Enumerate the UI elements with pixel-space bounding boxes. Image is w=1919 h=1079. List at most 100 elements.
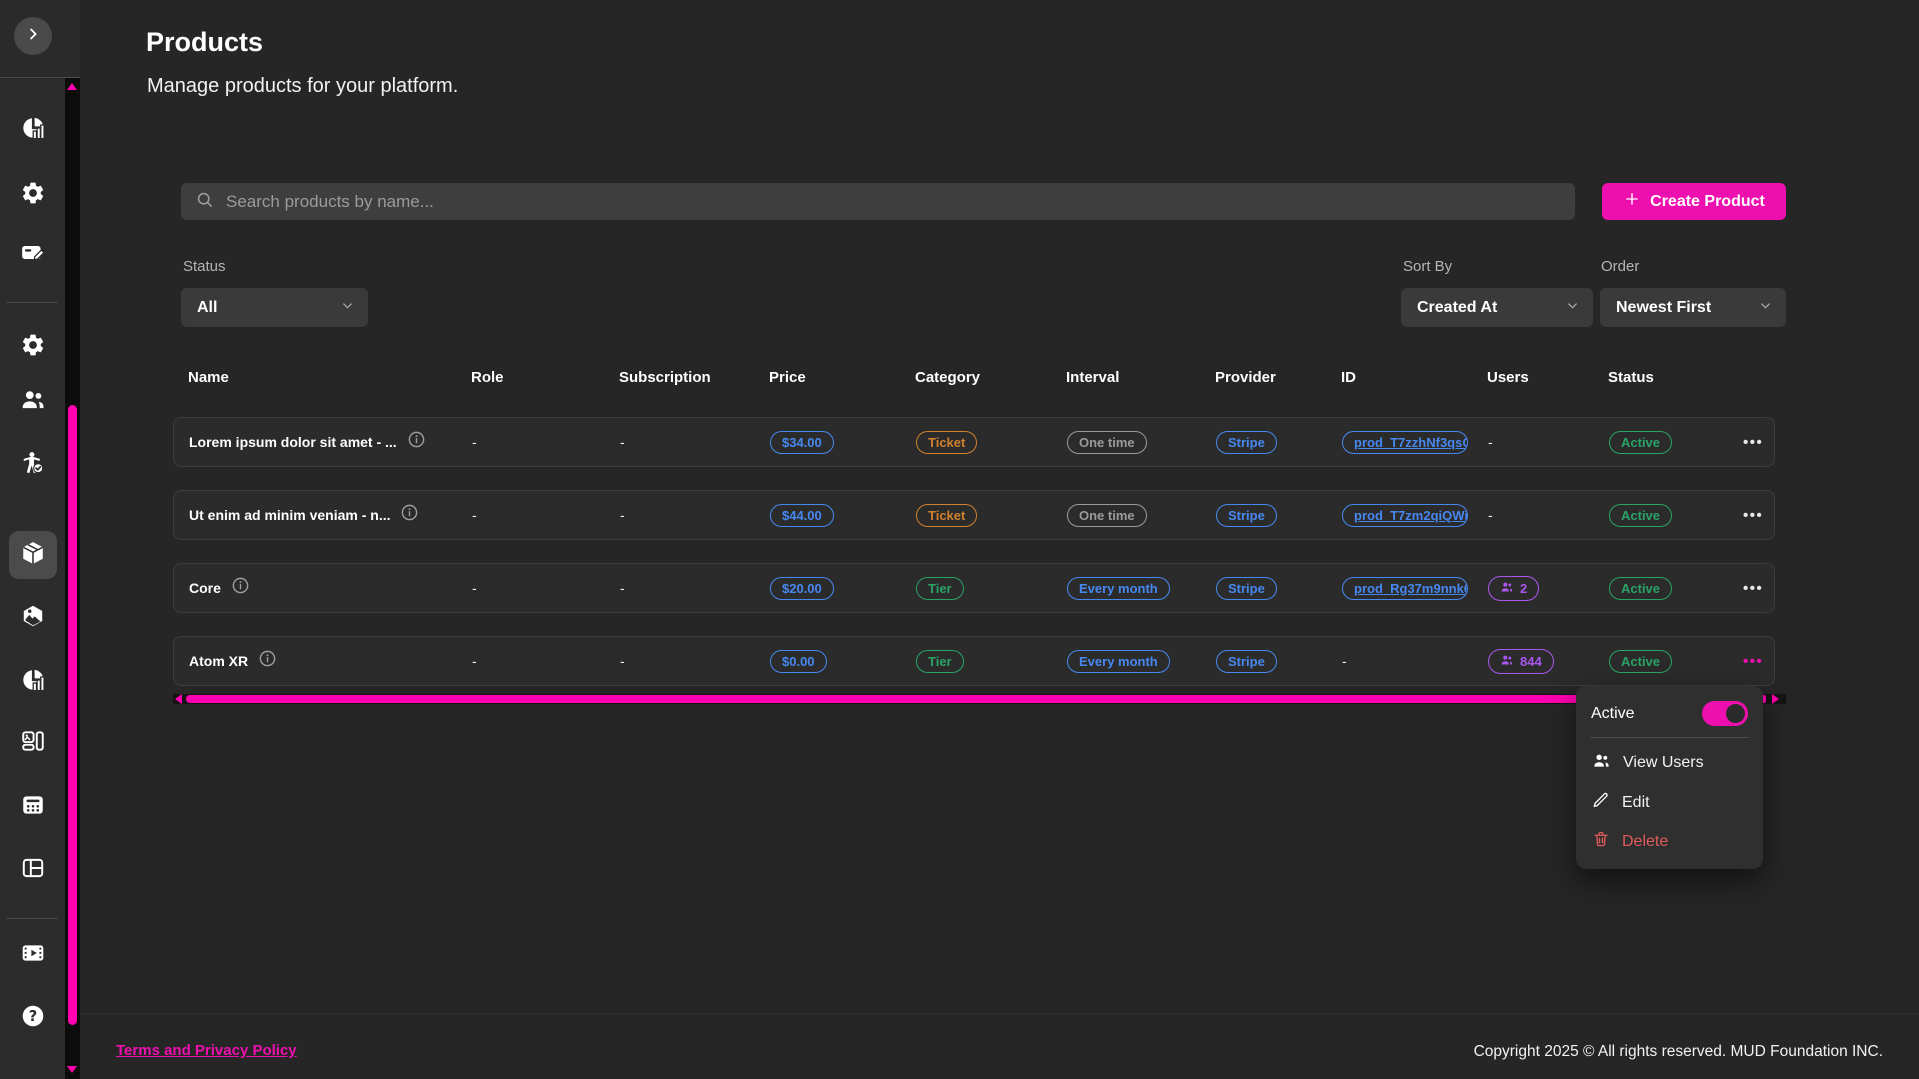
active-toggle-label: Active bbox=[1591, 705, 1635, 723]
cube-gallery-icon bbox=[20, 603, 46, 634]
provider-badge: Stripe bbox=[1216, 650, 1277, 673]
subscription-value: - bbox=[620, 653, 770, 669]
table-grid-icon bbox=[20, 792, 46, 823]
product-name: Ut enim ad minim veniam - n... bbox=[189, 507, 390, 523]
sidebar-nav: ? bbox=[0, 79, 65, 1079]
menu-item-label: Edit bbox=[1622, 794, 1650, 812]
column-header-id: ID bbox=[1341, 369, 1487, 386]
status-filter-label: Status bbox=[183, 258, 226, 275]
scroll-left-arrow-icon[interactable] bbox=[175, 694, 182, 704]
sidebar-item-products[interactable] bbox=[9, 531, 57, 579]
role-value: - bbox=[472, 653, 620, 669]
terms-privacy-link[interactable]: Terms and Privacy Policy bbox=[116, 1042, 297, 1059]
vertical-scrollbar-thumb[interactable] bbox=[68, 405, 77, 1025]
info-icon[interactable] bbox=[231, 576, 250, 600]
search-input[interactable] bbox=[214, 192, 1575, 212]
info-icon[interactable] bbox=[407, 430, 426, 454]
products-page: ? Products Manage products for your plat… bbox=[0, 0, 1919, 1079]
create-product-label: Create Product bbox=[1650, 193, 1765, 211]
sidebar-collapse-button[interactable] bbox=[14, 17, 52, 55]
status-filter-value: All bbox=[197, 299, 217, 317]
column-header-name: Name bbox=[188, 369, 471, 386]
users-count-badge[interactable]: 2 bbox=[1488, 576, 1539, 601]
price-badge: $20.00 bbox=[770, 577, 834, 600]
column-header-role: Role bbox=[471, 369, 619, 386]
table-row: Ut enim ad minim veniam - n... - - $44.0… bbox=[173, 490, 1775, 540]
sort-by-select[interactable]: Created At bbox=[1401, 288, 1593, 327]
column-header-interval: Interval bbox=[1066, 369, 1215, 386]
interval-badge: Every month bbox=[1067, 650, 1170, 673]
sidebar-item-users[interactable] bbox=[13, 382, 53, 422]
table-row: Lorem ipsum dolor sit amet - ... - - $34… bbox=[173, 417, 1775, 467]
sidebar-item-analytics[interactable] bbox=[13, 110, 53, 150]
provider-badge: Stripe bbox=[1216, 577, 1277, 600]
order-value: Newest First bbox=[1616, 299, 1711, 317]
status-filter-select[interactable]: All bbox=[181, 288, 368, 327]
sidebar-item-platform-settings[interactable] bbox=[13, 327, 53, 367]
info-icon[interactable] bbox=[400, 503, 419, 527]
interval-badge: Every month bbox=[1067, 577, 1170, 600]
chevron-down-icon bbox=[340, 298, 355, 318]
vertical-scrollbar[interactable] bbox=[65, 78, 80, 1079]
film-play-icon bbox=[20, 940, 46, 971]
product-name: Core bbox=[189, 580, 221, 596]
menu-item-view-users[interactable]: View Users bbox=[1576, 743, 1763, 783]
role-value: - bbox=[472, 434, 620, 450]
row-actions-button[interactable]: ••• bbox=[1743, 507, 1763, 524]
role-value: - bbox=[472, 580, 620, 596]
sidebar-item-layout[interactable] bbox=[13, 850, 53, 890]
row-actions-button[interactable]: ••• bbox=[1743, 580, 1763, 597]
sidebar-item-help[interactable]: ? bbox=[13, 998, 53, 1038]
product-name: Lorem ipsum dolor sit amet - ... bbox=[189, 434, 397, 450]
scroll-down-arrow-icon[interactable] bbox=[67, 1066, 77, 1073]
sidebar-item-reports[interactable] bbox=[13, 662, 53, 702]
sidebar-item-pages[interactable] bbox=[13, 723, 53, 763]
product-id-badge[interactable]: prod_T7zzhNf3qsQd bbox=[1342, 431, 1468, 454]
active-toggle-switch[interactable] bbox=[1702, 701, 1748, 726]
sidebar-item-billing[interactable] bbox=[13, 235, 53, 275]
subscription-value: - bbox=[620, 434, 770, 450]
users-icon bbox=[1500, 653, 1514, 670]
product-id-badge[interactable]: prod_T7zm2qiQWid bbox=[1342, 504, 1468, 527]
gear-icon bbox=[20, 180, 46, 211]
trash-icon bbox=[1592, 830, 1610, 853]
users-icon bbox=[1592, 751, 1611, 775]
role-value: - bbox=[472, 507, 620, 523]
status-badge: Active bbox=[1609, 504, 1672, 527]
sidebar-item-tables[interactable] bbox=[13, 787, 53, 827]
scroll-right-arrow-icon[interactable] bbox=[1772, 694, 1779, 704]
horizontal-scrollbar-thumb[interactable] bbox=[186, 695, 1750, 703]
row-actions-button[interactable]: ••• bbox=[1743, 434, 1763, 451]
scroll-up-arrow-icon[interactable] bbox=[67, 83, 77, 90]
users-count-badge[interactable]: 844 bbox=[1488, 649, 1554, 674]
gear-icon bbox=[20, 332, 46, 363]
category-badge: Ticket bbox=[916, 431, 977, 454]
sidebar-item-assets[interactable] bbox=[13, 598, 53, 638]
menu-item-edit[interactable]: Edit bbox=[1576, 783, 1763, 822]
order-select[interactable]: Newest First bbox=[1600, 288, 1786, 327]
sidebar-divider bbox=[6, 918, 58, 919]
pencil-icon bbox=[1592, 791, 1610, 814]
menu-item-delete[interactable]: Delete bbox=[1576, 822, 1763, 861]
cards-layout-icon bbox=[20, 728, 46, 759]
users-icon bbox=[1500, 580, 1514, 597]
sidebar-item-media[interactable] bbox=[13, 935, 53, 975]
column-header-users: Users bbox=[1487, 369, 1608, 386]
menu-divider bbox=[1590, 737, 1749, 738]
table-row: Core - - $20.00 Tier Every month Stripe … bbox=[173, 563, 1775, 613]
create-product-button[interactable]: Create Product bbox=[1602, 183, 1786, 220]
table-row: Atom XR - - $0.00 Tier Every month Strip… bbox=[173, 636, 1775, 686]
info-icon[interactable] bbox=[258, 649, 277, 673]
product-id-badge[interactable]: prod_Rg37m9nnk6s bbox=[1342, 577, 1468, 600]
status-badge: Active bbox=[1609, 431, 1672, 454]
sidebar-item-settings[interactable] bbox=[13, 175, 53, 215]
row-actions-menu: Active View Users Edit Delete bbox=[1576, 686, 1763, 869]
copyright-text: Copyright 2025 © All rights reserved. MU… bbox=[1474, 1043, 1883, 1061]
order-label: Order bbox=[1601, 258, 1639, 275]
row-actions-button-open[interactable]: ••• bbox=[1743, 653, 1763, 670]
sidebar-item-members[interactable] bbox=[13, 445, 53, 485]
pie-chart-bars-icon bbox=[20, 115, 46, 146]
horizontal-scrollbar[interactable] bbox=[173, 694, 1786, 704]
provider-badge: Stripe bbox=[1216, 504, 1277, 527]
member-check-icon bbox=[20, 450, 46, 481]
